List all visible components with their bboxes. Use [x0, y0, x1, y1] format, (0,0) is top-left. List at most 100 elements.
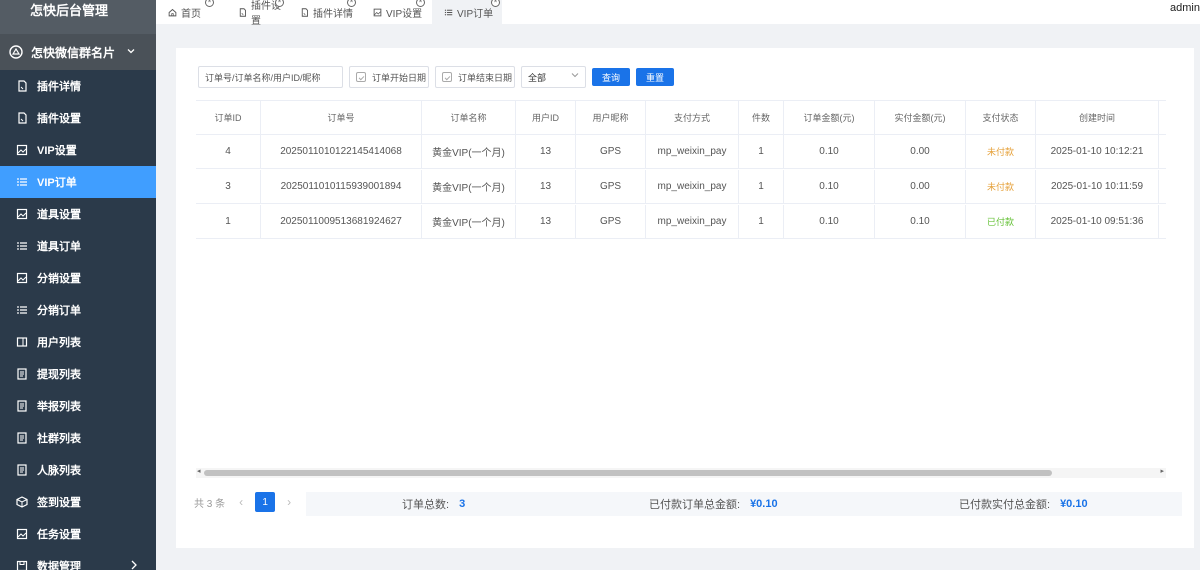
cell-uid: 13	[539, 146, 552, 157]
reset-button[interactable]: 重置	[636, 68, 674, 86]
scrollbar-thumb[interactable]	[204, 470, 1052, 476]
scroll-right-icon[interactable]: ▸	[1160, 467, 1164, 475]
sidebar-item[interactable]: 插件设置	[0, 102, 156, 134]
sidebar-item-label: 数据管理	[37, 561, 81, 570]
table-cell-overflow	[1159, 205, 1166, 238]
prev-page-icon[interactable]: ‹	[239, 495, 243, 509]
user-name[interactable]: admin	[1170, 2, 1200, 14]
sidebar-item[interactable]: 人脉列表	[0, 454, 156, 486]
cell-nick: GPS	[599, 216, 622, 227]
user-card-icon	[16, 336, 28, 348]
tab-label: VIP订单	[457, 8, 494, 20]
doc-lines-icon	[16, 400, 28, 412]
table-cell: 0.10	[875, 205, 966, 238]
table-cell: 4	[196, 135, 261, 168]
table-cell: 0.10	[784, 205, 875, 238]
table-cell: 13	[516, 135, 576, 168]
cell-id: 3	[225, 181, 231, 192]
close-icon[interactable]: ×	[491, 0, 500, 7]
table-row[interactable]: 4 20250110101221454140​68 黄金VIP(一个月) 13 GPS m…	[196, 135, 1166, 169]
sidebar-item[interactable]: 分销设置	[0, 262, 156, 294]
summary-total-orders: 订单总数: 3	[402, 492, 465, 516]
image-icon	[16, 272, 28, 284]
summary-paid-order-amount-value: ¥0.10	[750, 498, 778, 510]
sidebar-item[interactable]: 提现列表	[0, 358, 156, 390]
table-cell: 1	[739, 170, 784, 203]
column-header: 创建时间	[1036, 101, 1159, 134]
cell-amount: 0.10	[819, 146, 839, 157]
home-icon	[168, 8, 177, 17]
summary-bar: 订单总数: 3 已付款订单总金额: ¥0.10 已付款实付总金额: ¥0.10	[306, 492, 1182, 516]
status-select[interactable]: 全部	[521, 66, 586, 88]
sidebar-item-label: 道具设置	[37, 209, 81, 221]
column-header: 用户昵称	[576, 101, 646, 134]
next-page-icon[interactable]: ›	[287, 495, 291, 509]
sidebar-menu: 插件详情 插件设置 VIP设置 VIP订单道具设置道具订单 分销设置分销订单用户列表 提现…	[0, 70, 156, 570]
box-icon	[16, 496, 28, 508]
sidebar-item[interactable]: 插件详情	[0, 70, 156, 102]
tab[interactable]: 首页 ×	[156, 0, 216, 24]
query-button[interactable]: 查询	[592, 68, 630, 86]
horizontal-scrollbar[interactable]: ◂ ▸	[196, 468, 1166, 478]
table-row[interactable]: 3 2025011010115939001894 黄金VIP(一个月) 13 GPS mp…	[196, 170, 1166, 204]
table-cell: GPS	[576, 135, 646, 168]
calendar-icon	[356, 72, 366, 82]
scroll-left-icon[interactable]: ◂	[197, 467, 201, 475]
chevron-down-icon	[571, 71, 579, 81]
cell-name: 黄金VIP(一个月)	[432, 148, 505, 159]
end-date-picker[interactable]: 订单结束日期	[435, 66, 515, 88]
table-cell-overflow	[1159, 170, 1166, 203]
cell-amount: 0.10	[819, 216, 839, 227]
cell-name: 黄金VIP(一个月)	[432, 183, 505, 194]
sidebar-item[interactable]: 分销订单	[0, 294, 156, 326]
sidebar-item-label: 分销订单	[37, 305, 81, 317]
end-date-placeholder: 订单结束日期	[458, 72, 513, 83]
sidebar-item-label: 任务设置	[37, 529, 81, 541]
sidebar-item[interactable]: VIP设置	[0, 134, 156, 166]
image-icon	[16, 144, 28, 156]
doc-lines-icon	[16, 464, 28, 476]
sidebar-item[interactable]: 数据管理	[0, 550, 156, 570]
tab[interactable]: 插件详情 ×	[288, 0, 358, 24]
cell-paid_amount: 0.10	[910, 216, 930, 227]
table-cell: 未付款	[966, 135, 1036, 168]
calendar-icon	[442, 72, 452, 82]
tab[interactable]: VIP订单 ×	[432, 0, 502, 24]
tab[interactable]: 插件设置 ×	[226, 0, 286, 27]
sidebar: 怎快后台管理 怎快微信群名片 插件详情 插件设置 VIP设置 VIP订单 道具设置 道具订…	[0, 0, 156, 570]
table-row[interactable]: 1 2025011009513681924627 黄金VIP(一个月) 13 GPS mp…	[196, 205, 1166, 239]
table-cell: 未付款	[966, 170, 1036, 203]
table-cell: 0.00	[875, 170, 966, 203]
sidebar-item-label: VIP设置	[37, 145, 77, 157]
table-cell: 2025011010115939001894	[261, 170, 422, 203]
sidebar-item[interactable]: VIP订单	[0, 166, 156, 198]
close-icon[interactable]: ×	[205, 0, 214, 7]
table-header-row: 订单ID 订单号 订单名称 用户ID 用户昵称 支付方式 件数 订单金额(元) 实付金额(元) 支…	[196, 101, 1166, 135]
sidebar-item[interactable]: 举报列表	[0, 390, 156, 422]
column-header: 用户ID	[516, 101, 576, 134]
sidebar-item[interactable]: 道具订单	[0, 230, 156, 262]
table-cell: 13	[516, 205, 576, 238]
cell-pay: mp_weixin_pay	[657, 216, 727, 227]
cell-nick: GPS	[599, 181, 622, 192]
search-input-placeholder: 订单号/订单名称/用户ID/昵称	[205, 72, 321, 83]
sidebar-group-header[interactable]: 怎快微信群名片	[0, 34, 156, 70]
close-icon[interactable]: ×	[416, 0, 425, 7]
sidebar-item[interactable]: 社群列表	[0, 422, 156, 454]
tab[interactable]: VIP设置 ×	[361, 0, 427, 24]
sidebar-item[interactable]: 道具设置	[0, 198, 156, 230]
sidebar-item[interactable]: 任务设置	[0, 518, 156, 550]
cell-created: 2025-01-10 09:51:36	[1050, 216, 1144, 227]
close-icon[interactable]: ×	[347, 0, 356, 7]
start-date-picker[interactable]: 订单开始日期	[349, 66, 429, 88]
table-cell: 0.10	[784, 135, 875, 168]
doc-icon	[16, 80, 28, 92]
tab-label: 首页	[181, 8, 201, 20]
list-icon	[16, 304, 28, 316]
sidebar-item[interactable]: 签到设置	[0, 486, 156, 518]
sidebar-item[interactable]: 用户列表	[0, 326, 156, 358]
search-input[interactable]: 订单号/订单名称/用户ID/昵称	[198, 66, 343, 88]
start-date-placeholder: 订单开始日期	[372, 72, 427, 83]
page-button-current[interactable]: 1	[255, 492, 276, 512]
cell-pay: mp_weixin_pay	[657, 146, 727, 157]
